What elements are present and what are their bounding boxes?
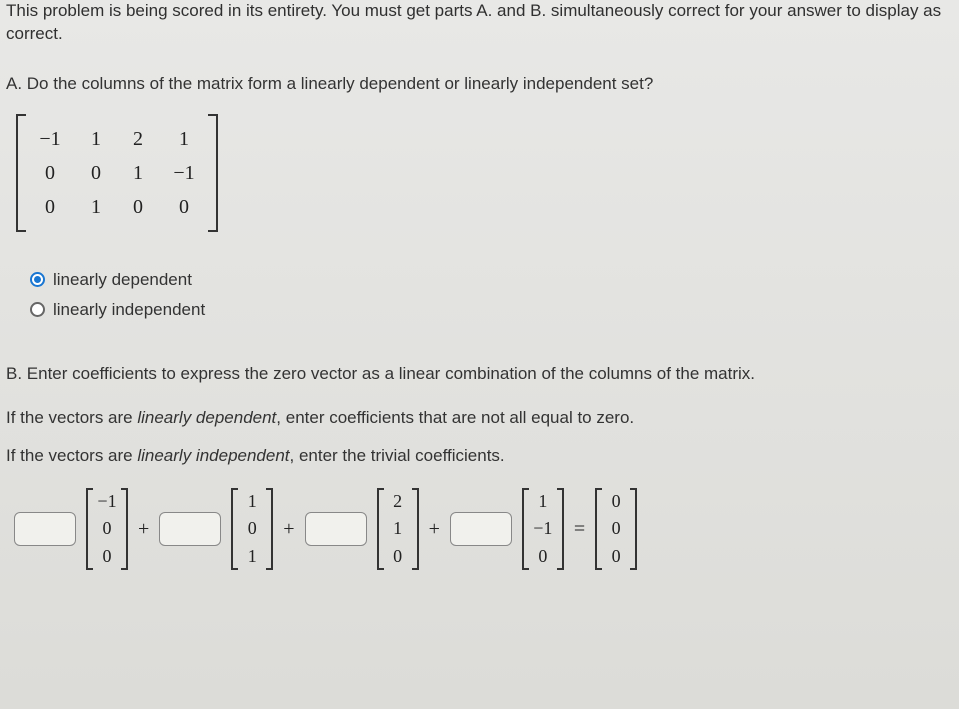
part-b-intro: B. Enter coefficients to express the zer… bbox=[2, 348, 957, 390]
matrix-cell: 2 bbox=[124, 122, 152, 156]
matrix-cell: 0 bbox=[124, 190, 152, 224]
matrix-cell: −1 bbox=[32, 122, 68, 156]
matrix-cell: 1 bbox=[82, 122, 110, 156]
vec-cell: −1 bbox=[533, 518, 553, 540]
vec-cell: 2 bbox=[388, 491, 408, 513]
matrix-row: 0 1 0 0 bbox=[32, 190, 202, 224]
vec-cell: 0 bbox=[533, 546, 553, 568]
plus-op: + bbox=[283, 518, 294, 541]
column-vector-3: 2 1 0 bbox=[377, 488, 419, 571]
coef-input-3[interactable] bbox=[305, 512, 367, 546]
zero-vector: 0 0 0 bbox=[595, 488, 637, 571]
vec-cell: 0 bbox=[606, 546, 626, 568]
matrix-row: 0 0 1 −1 bbox=[32, 156, 202, 190]
vec-cell: 0 bbox=[606, 518, 626, 540]
plus-op: + bbox=[138, 518, 149, 541]
bracket-left bbox=[16, 114, 26, 232]
coef-input-1[interactable] bbox=[14, 512, 76, 546]
matrix-cell: 1 bbox=[166, 122, 202, 156]
radio-dependent-label: linearly dependent bbox=[53, 270, 192, 290]
radio-selected-icon bbox=[34, 276, 41, 283]
radio-independent-label: linearly independent bbox=[53, 300, 205, 320]
vec-cell: 0 bbox=[97, 518, 117, 540]
equation-row: −1 0 0 + 1 0 1 + 2 1 0 bbox=[14, 488, 945, 571]
matrix-cell: −1 bbox=[166, 156, 202, 190]
vec-cell: 0 bbox=[606, 491, 626, 513]
bracket-right bbox=[208, 114, 218, 232]
matrix-a: −1 1 2 1 0 0 1 −1 0 1 0 0 bbox=[16, 114, 218, 232]
matrix-cell: 1 bbox=[124, 156, 152, 190]
column-vector-4: 1 −1 0 bbox=[522, 488, 564, 571]
radio-independent[interactable] bbox=[30, 302, 45, 317]
instruction-independent: If the vectors are linearly independent,… bbox=[2, 428, 957, 466]
coef-input-2[interactable] bbox=[159, 512, 221, 546]
vec-cell: 1 bbox=[242, 546, 262, 568]
vec-cell: −1 bbox=[97, 491, 117, 513]
vec-cell: 1 bbox=[533, 491, 553, 513]
plus-op: + bbox=[429, 518, 440, 541]
vec-cell: 1 bbox=[388, 518, 408, 540]
matrix-cell: 0 bbox=[166, 190, 202, 224]
matrix-cell: 0 bbox=[32, 190, 68, 224]
vec-cell: 0 bbox=[242, 518, 262, 540]
vec-cell: 0 bbox=[388, 546, 408, 568]
matrix-cell: 0 bbox=[82, 156, 110, 190]
matrix-row: −1 1 2 1 bbox=[32, 122, 202, 156]
vec-cell: 1 bbox=[242, 491, 262, 513]
coef-input-4[interactable] bbox=[450, 512, 512, 546]
radio-dependent[interactable] bbox=[30, 272, 45, 287]
instruction-dependent: If the vectors are linearly dependent, e… bbox=[2, 390, 957, 428]
part-a-question: A. Do the columns of the matrix form a l… bbox=[2, 56, 957, 108]
vec-cell: 0 bbox=[97, 546, 117, 568]
matrix-cell: 1 bbox=[82, 190, 110, 224]
intro-text: This problem is being scored in its enti… bbox=[2, 0, 957, 56]
column-vector-1: −1 0 0 bbox=[86, 488, 128, 571]
equals-op: = bbox=[574, 518, 585, 541]
column-vector-2: 1 0 1 bbox=[231, 488, 273, 571]
matrix-cell: 0 bbox=[32, 156, 68, 190]
